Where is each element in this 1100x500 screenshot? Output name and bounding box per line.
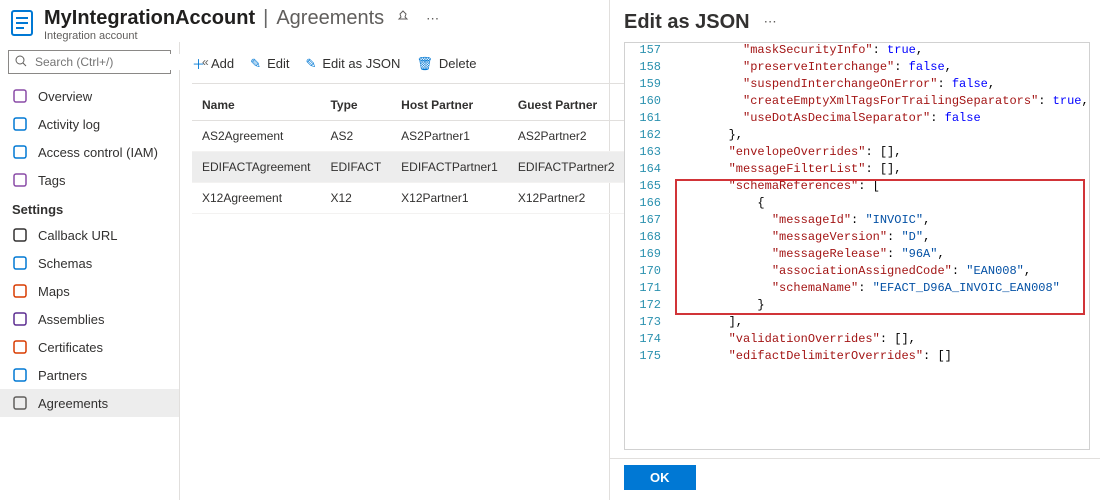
- nav-section-settings: Settings: [0, 194, 179, 221]
- edit-json-button[interactable]: ✎Edit as JSON: [305, 56, 400, 72]
- column-header[interactable]: Name: [192, 90, 320, 121]
- sidebar-item-label: Assemblies: [38, 312, 104, 327]
- table-cell: EDIFACTAgreement: [192, 152, 320, 183]
- sidebar-item-label: Overview: [38, 89, 92, 104]
- pencil-icon: ✎: [305, 56, 316, 72]
- trash-icon: 🗑: [416, 56, 433, 72]
- integration-account-icon: [10, 9, 34, 40]
- column-header[interactable]: Host Partner: [391, 90, 508, 121]
- table-cell: AS2Agreement: [192, 121, 320, 152]
- sidebar-item-label: Agreements: [38, 396, 108, 411]
- account-name: MyIntegrationAccount: [44, 7, 255, 30]
- search-input[interactable]: [33, 54, 192, 70]
- left-panel: MyIntegrationAccount | Agreements ⋯ Inte…: [0, 0, 610, 500]
- right-panel: Edit as JSON ⋯ 157 "maskSecurityInfo": t…: [610, 0, 1100, 500]
- sidebar-item-agreements[interactable]: Agreements: [0, 389, 179, 417]
- toolbar: ＋Add ✎Edit ✎Edit as JSON 🗑Delete: [192, 50, 625, 84]
- certificates-icon: [12, 339, 28, 355]
- sidebar-item-overview[interactable]: Overview: [0, 82, 179, 110]
- activity-icon: [12, 116, 28, 132]
- table-cell: EDIFACTPartner2: [508, 152, 625, 183]
- schemas-icon: [12, 255, 28, 271]
- table-cell: AS2Partner1: [391, 121, 508, 152]
- sidebar: « Overview Activity log Access control (IA…: [0, 42, 180, 500]
- delete-button[interactable]: 🗑Delete: [416, 56, 476, 72]
- sidebar-item-label: Access control (IAM): [38, 145, 158, 160]
- sidebar-item-callback-url[interactable]: Callback URL: [0, 221, 179, 249]
- ok-button[interactable]: OK: [624, 465, 696, 490]
- sidebar-item-label: Tags: [38, 173, 65, 188]
- title-divider: |: [263, 7, 268, 30]
- sidebar-item-activity-log[interactable]: Activity log: [0, 110, 179, 138]
- maps-icon: [12, 283, 28, 299]
- overview-icon: [12, 88, 28, 104]
- blade-header: MyIntegrationAccount | Agreements ⋯ Inte…: [0, 0, 609, 42]
- sidebar-item-label: Schemas: [38, 256, 92, 271]
- partners-icon: [12, 367, 28, 383]
- sidebar-item-certificates[interactable]: Certificates: [0, 333, 179, 361]
- plus-icon: ＋: [192, 54, 205, 73]
- blade-title: Agreements: [276, 7, 384, 30]
- table-cell: EDIFACT: [320, 152, 391, 183]
- table-row[interactable]: X12AgreementX12X12Partner1X12Partner2: [192, 183, 625, 214]
- sidebar-item-label: Activity log: [38, 117, 100, 132]
- table-cell: AS2: [320, 121, 391, 152]
- column-header[interactable]: Type: [320, 90, 391, 121]
- sidebar-item-label: Callback URL: [38, 228, 117, 243]
- sidebar-item-partners[interactable]: Partners: [0, 361, 179, 389]
- pencil-icon: ✎: [250, 56, 261, 72]
- table-cell: X12Partner1: [391, 183, 508, 214]
- sidebar-item-label: Partners: [38, 368, 87, 383]
- search-icon: [15, 55, 27, 70]
- sidebar-item-access-control-iam-[interactable]: Access control (IAM): [0, 138, 179, 166]
- main-content: ＋Add ✎Edit ✎Edit as JSON 🗑Delete NameTyp…: [180, 42, 637, 500]
- resource-type: Integration account: [44, 30, 597, 42]
- sidebar-item-maps[interactable]: Maps: [0, 277, 179, 305]
- more-icon[interactable]: ⋯: [422, 7, 443, 31]
- edit-button[interactable]: ✎Edit: [250, 56, 289, 72]
- agreements-table: NameTypeHost PartnerGuest Partner AS2Agr…: [192, 90, 625, 214]
- table-row[interactable]: EDIFACTAgreementEDIFACTEDIFACTPartner1ED…: [192, 152, 625, 183]
- assemblies-icon: [12, 311, 28, 327]
- table-cell: X12Partner2: [508, 183, 625, 214]
- access-icon: [12, 144, 28, 160]
- pin-icon[interactable]: [392, 6, 414, 31]
- sidebar-item-label: Maps: [38, 284, 70, 299]
- table-row[interactable]: AS2AgreementAS2AS2Partner1AS2Partner2: [192, 121, 625, 152]
- sidebar-search[interactable]: «: [8, 50, 171, 74]
- json-editor[interactable]: 157 "maskSecurityInfo": true,158 "preser…: [624, 42, 1090, 450]
- table-cell: X12Agreement: [192, 183, 320, 214]
- sidebar-item-schemas[interactable]: Schemas: [0, 249, 179, 277]
- column-header[interactable]: Guest Partner: [508, 90, 625, 121]
- table-cell: EDIFACTPartner1: [391, 152, 508, 183]
- table-cell: AS2Partner2: [508, 121, 625, 152]
- callback-icon: [12, 227, 28, 243]
- add-button[interactable]: ＋Add: [192, 54, 234, 73]
- sidebar-item-tags[interactable]: Tags: [0, 166, 179, 194]
- json-editor-title: Edit as JSON: [624, 11, 750, 34]
- sidebar-item-label: Certificates: [38, 340, 103, 355]
- agreements-icon: [12, 395, 28, 411]
- table-cell: X12: [320, 183, 391, 214]
- more-icon[interactable]: ⋯: [760, 10, 781, 34]
- sidebar-item-assemblies[interactable]: Assemblies: [0, 305, 179, 333]
- tags-icon: [12, 172, 28, 188]
